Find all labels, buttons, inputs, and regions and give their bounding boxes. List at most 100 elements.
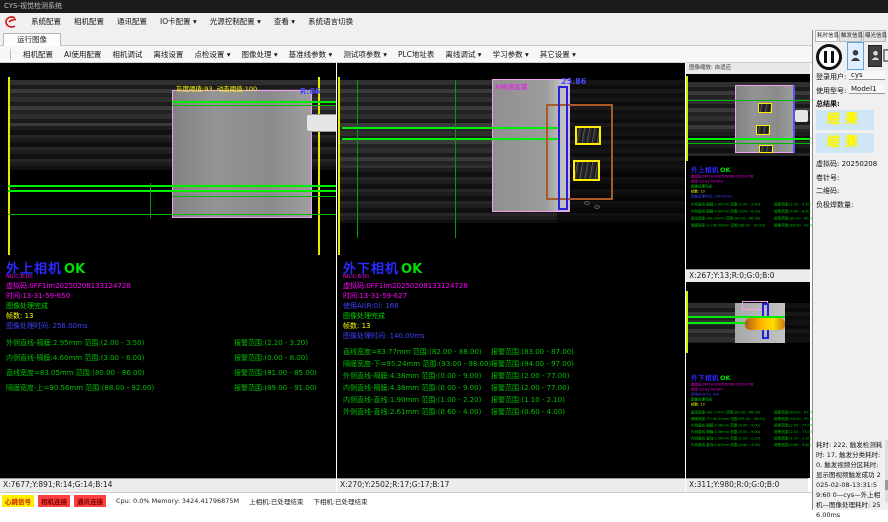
tool-camera-config[interactable]: 相机配置: [23, 49, 53, 60]
login-user-label: 登录用户:: [816, 72, 846, 82]
model-label: 使用型号:: [816, 86, 846, 96]
tab-exposure-info[interactable]: 曝光信息: [863, 30, 886, 42]
measure-box-blue: [558, 86, 568, 210]
tool-plc-address-table[interactable]: PLC地址表: [398, 49, 434, 60]
exit-button[interactable]: [882, 45, 888, 67]
tool-offline-settings[interactable]: 离线设置: [153, 49, 183, 60]
shadow-overlay: [785, 303, 810, 343]
alarm-range: 报警范围:(94.00 - 97.00): [491, 359, 574, 369]
measure-row: 内侧直线-隔膜:4.60mm 范围:(3.00 - 6.00)报警范围:(0.0…: [4, 353, 334, 365]
result-info-lower: 外下相机OK NG:C:B:(0) 虚拟码:0FF1im202502081331…: [341, 255, 683, 475]
tab-timing-info[interactable]: 耗时信息: [815, 30, 838, 42]
detect-box-yellow: [575, 126, 601, 145]
camera-view-upper[interactable]: 灰度阈值:93, 动态阈值:100 R:66 外上相机OK NG:C:B:(0)…: [0, 63, 336, 478]
alarm-range: 报警范围:(2.00 - 77.00): [491, 371, 569, 381]
menu-comm-config[interactable]: 通讯配置: [117, 16, 147, 27]
tool-image-processing[interactable]: 图像处理 ▾: [242, 49, 278, 60]
tool-baseline-params[interactable]: 基准线参数 ▾: [289, 49, 333, 60]
camera-image-lower[interactable]: AI检测区域 25.86: [337, 63, 685, 255]
menu-language-switch[interactable]: 系统语言切换: [308, 16, 353, 27]
upper-camera-state: 上相机:已处理结束: [249, 496, 303, 506]
camera-image-upper[interactable]: 灰度阈值:93, 动态阈值:100 R:66: [0, 63, 336, 255]
qr-code-label: 二维码:: [816, 186, 839, 196]
thumbnail-upper[interactable]: [686, 76, 810, 161]
exit-door-icon: [883, 49, 888, 64]
measure-row: 外侧直线-隔膜:4.38mm 范围:(0.00 - 9.00)报警范围:(2.0…: [341, 371, 683, 383]
tool-test-params[interactable]: 测试项参数 ▾: [343, 49, 387, 60]
measure-line-green: [8, 190, 336, 192]
measure-line-green: [172, 101, 336, 103]
tab-strip: 运行图像: [0, 30, 812, 46]
measure-row: 隔膜宽度-上=90.56mm 范围:(88.00 - 92.00)报警范围:(8…: [4, 383, 334, 395]
heartbeat-status-badge: 心跳信号: [2, 495, 34, 507]
operator-login-button[interactable]: [847, 42, 864, 70]
thumbnail-lower[interactable]: [686, 291, 810, 353]
admin-user-button[interactable]: [868, 45, 882, 67]
pause-button[interactable]: [816, 44, 842, 70]
menu-view[interactable]: 查看 ▾: [274, 16, 295, 27]
virtual-code: 虚拟码:0FF1im20250208133124728: [343, 281, 468, 291]
alarm-range: 报警范围:(0.60 - 4.00): [491, 407, 565, 417]
tool-spotcheck-settings[interactable]: 点检设置 ▾: [194, 49, 230, 60]
measure-line-green: [357, 80, 358, 238]
ng-info: NG:C:B:(0): [6, 274, 33, 280]
tab-trigger-info[interactable]: 触发信息: [839, 30, 862, 42]
measure-line-green: [172, 105, 336, 106]
measure-line-green: [455, 80, 456, 238]
comm-link-badge: 通讯连接: [74, 495, 106, 507]
total-result-label: 总结果:: [816, 99, 840, 109]
ng-info: NG:C:B:(0): [343, 274, 370, 280]
coord-readout-lower: X:270;Y:2502;R:17;G:17;B:17: [337, 478, 685, 492]
camera-view-lower[interactable]: AI检测区域 25.86 外下相机OK NG:C:B:(0) 虚拟码:0FF1i…: [337, 63, 685, 478]
bolt-detail: [584, 201, 590, 205]
model-value[interactable]: Model1: [849, 85, 885, 94]
menu-bar: 系统配置 相机配置 通讯配置 IO卡配置 ▾ 光源控制配置 ▾ 查看 ▾ 系统语…: [0, 13, 888, 30]
weld-count-label: 负极焊数量:: [816, 200, 853, 210]
measure-row: 隔膜宽度-下=95.24mm 范围:(93.00 - 98.00)报警范围:(9…: [341, 359, 683, 371]
bolt-detail: [594, 205, 600, 209]
tab-run-image[interactable]: 运行图像: [3, 33, 61, 46]
measure-line-green: [688, 100, 810, 101]
measure-row: 内侧直线-隔膜:4.38mm 范围:(0.00 - 9.00)报警范围:(2.0…: [341, 383, 683, 395]
process-done: 图像处理完成: [343, 311, 385, 321]
app-logo-icon: [4, 15, 18, 29]
lower-camera-state: 下相机:已处理结束: [313, 496, 367, 506]
frame-count: 帧数: 13: [6, 311, 34, 321]
user-icon: [871, 50, 880, 63]
measure-line-green: [688, 138, 810, 140]
pause-icon: [831, 51, 834, 63]
measure-value: 直线宽度=83.05mm 范围:(80.00 - 86.00): [6, 368, 145, 378]
detect-box-yellow: [758, 103, 772, 113]
alarm-range: 报警范围:(83.00 - 87.00): [491, 347, 574, 357]
login-user-value[interactable]: cys: [849, 71, 885, 80]
detect-box-yellow: [756, 125, 770, 135]
alarm-range: 报警范围:(1.10 - 2.10): [491, 395, 565, 405]
tool-camera-debug[interactable]: 相机调试: [112, 49, 142, 60]
toolbar: 相机配置 AI使用配置 相机调试 离线设置 点检设置 ▾ 图像处理 ▾ 基准线参…: [0, 46, 812, 63]
guide-line-yellow: [318, 77, 320, 255]
measure-row: 直线宽度=83.77mm 范围:(82.00 - 88.00) 报警范围:(83.…: [341, 347, 683, 359]
process-time: 图像处理时间: 140.00ms: [343, 331, 425, 341]
measure-line-green: [8, 214, 336, 215]
alarm-range: 报警范围:(2.00 - 77.00): [491, 383, 569, 393]
measure-value: 隔膜宽度-下=95.24mm 范围:(93.00 - 98.00): [343, 359, 491, 369]
measure-row: 外侧直线-隔膜:2.95mm 范围:(2.00 - 3.50)报警范围:(2.2…: [4, 338, 334, 350]
measure-value: 直线宽度=83.77mm 范围:(82.00 - 88.00): [343, 347, 482, 357]
tool-offline-debug[interactable]: 离线调试 ▾: [445, 49, 481, 60]
cpu-memory-readout: Cpu: 0.0% Memory: 3424.41796875M: [116, 497, 239, 505]
tool-ai-usage-config[interactable]: AI使用配置: [64, 49, 101, 60]
tool-other-settings[interactable]: 其它设置 ▾: [540, 49, 576, 60]
coord-readout-thumb-upper: X:267;Y:13;R:0;G:0;B:0: [686, 269, 810, 282]
window-title: CYS-视觉检测系统: [4, 2, 62, 10]
menu-light-config[interactable]: 光源控制配置 ▾: [210, 16, 261, 27]
result-ok-badge: OK: [401, 262, 422, 277]
frame-count: 帧数: 13: [343, 321, 371, 331]
detect-box-orange: [546, 104, 613, 200]
menu-system-config[interactable]: 系统配置: [31, 16, 61, 27]
measure-line-green: [172, 196, 336, 197]
menu-io-config[interactable]: IO卡配置 ▾: [160, 16, 197, 27]
tool-learning-params[interactable]: 学习参数 ▾: [493, 49, 529, 60]
process-time: 图像处理时间: 256.00ms: [6, 321, 88, 331]
menu-camera-config[interactable]: 相机配置: [74, 16, 104, 27]
connector-part: [795, 110, 808, 122]
